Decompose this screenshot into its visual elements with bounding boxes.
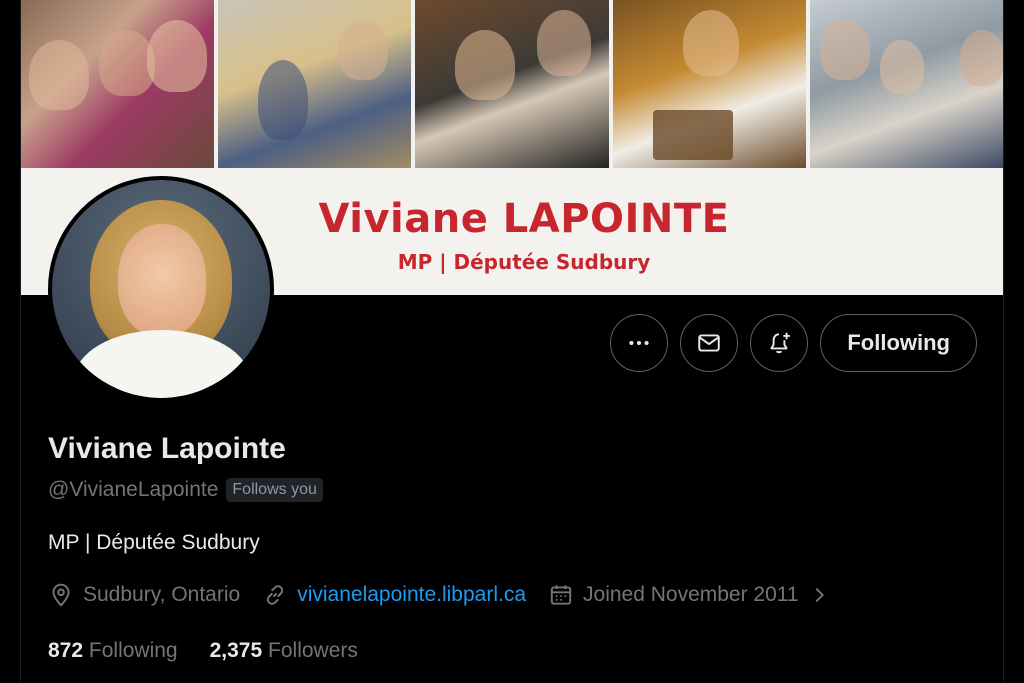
joined-text: Joined November 2011 <box>583 583 799 606</box>
profile-page: Viviane LAPOINTE MP | Députée Sudbury Fo… <box>20 0 1004 683</box>
following-button[interactable]: Following <box>820 314 977 372</box>
banner-photo-classroom <box>218 0 412 168</box>
banner-subtitle: MP | Députée Sudbury <box>397 250 651 274</box>
banner-name: Viviane LAPOINTE <box>318 196 730 242</box>
display-name: Viviane Lapointe <box>48 432 286 465</box>
link-icon <box>267 585 284 605</box>
joined-item[interactable]: Joined November 2011 <box>548 582 830 608</box>
profile-bio: MP | Députée Sudbury <box>48 531 260 554</box>
following-label: Following <box>88 639 178 662</box>
followers-count: 2,375 <box>209 639 263 662</box>
follow-counts: 872 Following 2,375 Followers <box>48 639 358 663</box>
banner-photo-strip <box>21 0 1003 170</box>
calendar-icon <box>550 585 572 605</box>
chevron-right-icon <box>815 587 824 603</box>
bell-plus-icon <box>770 332 791 354</box>
location-item: Sudbury, Ontario <box>48 582 240 608</box>
website-item[interactable]: vivianelapointe.libparl.ca <box>262 582 526 608</box>
location-pin-icon <box>52 583 70 607</box>
message-button[interactable] <box>680 314 739 372</box>
banner-photo-group-selfie <box>21 0 215 168</box>
banner-photo-podium-speech <box>612 0 806 168</box>
more-horizontal-icon <box>629 340 649 346</box>
notifications-button[interactable] <box>750 314 809 372</box>
avatar-jacket <box>74 330 250 398</box>
envelope-icon <box>698 334 721 352</box>
followers-label: Followers <box>268 639 358 662</box>
banner-photo-workshop <box>809 0 1003 168</box>
website-link[interactable]: vivianelapointe.libparl.ca <box>297 583 526 607</box>
profile-meta: Sudbury, Ontario vivianelapointe.libparl… <box>48 582 830 608</box>
screenshot-frame: Viviane LAPOINTE MP | Députée Sudbury Fo… <box>0 0 1024 683</box>
followers-count-link[interactable]: 2,375 Followers <box>210 639 358 663</box>
user-handle: @VivianeLapointe <box>48 478 219 501</box>
more-button[interactable] <box>610 314 669 372</box>
location-text: Sudbury, Ontario <box>83 583 241 606</box>
avatar-photo <box>52 180 270 398</box>
avatar-face <box>118 224 206 336</box>
follows-you-badge: Follows you <box>226 478 323 502</box>
handle-row: @VivianeLapointe Follows you <box>48 478 323 502</box>
following-count-link[interactable]: 872 Following <box>48 639 178 663</box>
profile-actions: Following <box>610 314 977 372</box>
following-count: 872 <box>48 639 84 662</box>
profile-avatar[interactable] <box>48 176 274 402</box>
banner-photo-book-presentation <box>415 0 609 168</box>
